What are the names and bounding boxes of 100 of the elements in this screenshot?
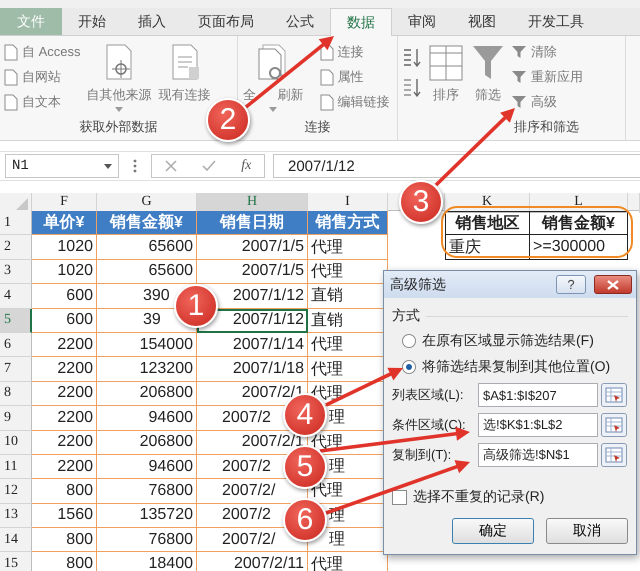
ribbon-tab[interactable]: 视图 [452, 8, 512, 35]
ribbon-button[interactable]: 属性 [320, 66, 390, 88]
table-cell: 154000 [97, 332, 197, 358]
field-label: 列表区域(L): [392, 386, 464, 404]
table-cell: 代理 [308, 235, 388, 260]
input-field[interactable]: 选!$K$1:$L$2 [478, 413, 598, 437]
range-select-button[interactable] [601, 383, 627, 407]
caret-icon [115, 107, 124, 112]
table-cell: 2200 [32, 332, 97, 358]
insert-function-button[interactable]: fx [241, 158, 252, 174]
ribbon-tab[interactable]: 数据 [330, 8, 392, 36]
range-icon [605, 417, 623, 433]
row-header[interactable]: 14 [0, 528, 32, 552]
document-icon [320, 94, 334, 110]
column-header[interactable]: G [97, 193, 197, 213]
checkbox[interactable] [392, 490, 407, 504]
ribbon-button[interactable]: 编辑链接 [320, 91, 390, 113]
radio-label[interactable]: 在原有区域显示筛选结果(F) [422, 332, 594, 350]
document-icon [4, 68, 18, 86]
row-header[interactable]: 10 [0, 430, 32, 455]
table-cell: 65600 [97, 235, 197, 260]
table-cell: 2200 [32, 382, 97, 406]
cancel-icon[interactable] [164, 160, 177, 172]
table-cell: 2200 [32, 357, 97, 382]
table-cell: 1020 [32, 260, 97, 284]
table-cell: 94600 [97, 454, 197, 480]
table-cell: 2007/1/14 [197, 332, 308, 358]
ribbon-button[interactable]: 重新应用 [511, 66, 583, 88]
row-header[interactable]: 1 [0, 211, 32, 236]
funnel-icon [511, 69, 527, 85]
name-box[interactable]: N1 [5, 154, 119, 178]
radio-button[interactable] [402, 360, 416, 374]
table-cell: 800 [32, 479, 97, 504]
checkbox-label[interactable]: 选择不重复的记录(R) [413, 488, 544, 506]
range-icon [605, 447, 623, 463]
ribbon-button[interactable]: 清除 [511, 41, 583, 63]
header-cell: 单价¥ [32, 211, 97, 236]
ribbon-button[interactable]: 筛选 [470, 41, 506, 118]
ribbon-button[interactable]: 自网站 [4, 66, 81, 88]
ribbon-button[interactable]: 自 Access [4, 41, 81, 63]
row-header[interactable]: 6 [0, 332, 32, 358]
enter-icon[interactable] [202, 160, 216, 172]
row-header[interactable]: 9 [0, 406, 32, 431]
column-header[interactable]: F [32, 193, 97, 213]
ribbon-tab[interactable]: 页面布局 [182, 8, 270, 35]
help-button[interactable]: ? [556, 275, 586, 294]
row-header[interactable]: 8 [0, 382, 32, 406]
table-cell: 206800 [97, 430, 197, 455]
row-header[interactable]: 2 [0, 235, 32, 260]
table-cell: >=300000 [530, 235, 628, 260]
column-header[interactable]: I [308, 193, 388, 213]
header-cell: 销售方式 [308, 211, 388, 236]
dialog-button[interactable]: 取消 [546, 518, 628, 544]
sort-ascending-icon [402, 47, 422, 69]
input-field[interactable]: $A$1:$I$207 [478, 383, 598, 407]
row-header[interactable]: 5 [0, 308, 32, 333]
ribbon-button[interactable]: 高级 [511, 91, 583, 113]
header-cell: 销售日期 [197, 211, 308, 236]
range-select-button[interactable] [601, 413, 627, 437]
row-header[interactable]: 4 [0, 284, 32, 309]
row-header[interactable]: 15 [0, 552, 32, 571]
ribbon-tab[interactable]: 公式 [270, 8, 330, 35]
document-icon [4, 94, 18, 110]
table-cell: 2200 [32, 454, 97, 480]
ribbon-button[interactable]: 自其他来源 [86, 41, 153, 118]
funnel-icon [511, 44, 527, 60]
table-cell: 2200 [32, 406, 97, 431]
table-cell: 800 [32, 528, 97, 552]
ribbon-tab[interactable]: 审阅 [392, 8, 452, 35]
row-header[interactable]: 13 [0, 504, 32, 528]
range-select-button[interactable] [601, 443, 627, 467]
ribbon-tab[interactable]: 开发工具 [512, 8, 600, 35]
table-cell: 76800 [97, 528, 197, 552]
range-icon [605, 387, 623, 403]
table-cell: 65600 [97, 260, 197, 284]
radio-label[interactable]: 将筛选结果复制到其他位置(O) [422, 358, 610, 376]
table-cell: 1560 [32, 504, 97, 528]
group-label: 连接 [304, 118, 332, 136]
table-cell: 600 [32, 308, 97, 333]
document-icon [4, 44, 18, 60]
ribbon-button[interactable]: 自文本 [4, 91, 81, 113]
row-header[interactable]: 11 [0, 454, 32, 480]
table-cell: 重庆 [445, 235, 530, 260]
ribbon-tab[interactable]: 开始 [62, 8, 122, 35]
table-cell: 94600 [97, 406, 197, 431]
row-header[interactable]: 12 [0, 479, 32, 504]
section-label: 方式 [392, 307, 420, 325]
table-cell: 2007/1/18 [197, 357, 308, 382]
input-field[interactable]: 高级筛选!$N$1 [478, 443, 598, 467]
ribbon-button[interactable]: 排序 [427, 41, 465, 118]
column-header[interactable]: H [197, 193, 308, 213]
close-button[interactable] [594, 275, 632, 294]
ribbon-tab[interactable]: 插入 [122, 8, 182, 35]
group-label: 获取外部数据 [78, 118, 158, 136]
row-header[interactable]: 7 [0, 357, 32, 382]
radio-button[interactable] [402, 334, 416, 348]
dialog-button[interactable]: 确定 [452, 518, 534, 544]
close-icon [607, 280, 619, 290]
row-header[interactable]: 3 [0, 260, 32, 284]
formula-field[interactable]: 2007/1/12 [273, 154, 640, 178]
